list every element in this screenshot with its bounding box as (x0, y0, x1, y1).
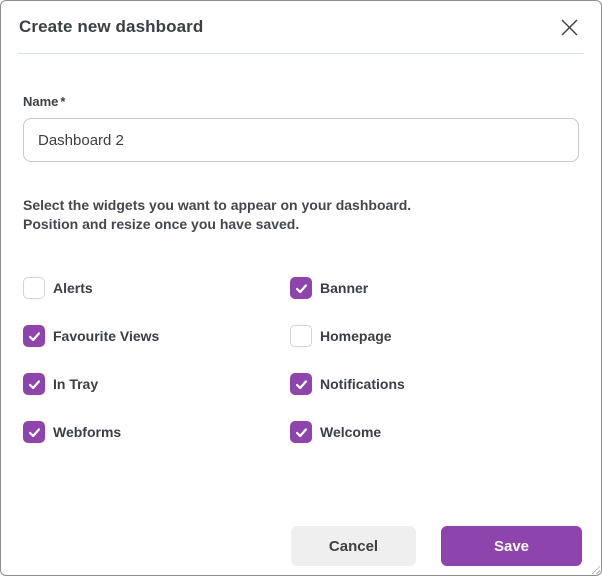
dialog-footer: Cancel Save (1, 526, 601, 566)
required-marker: * (60, 94, 65, 109)
widget-option-homepage[interactable]: Homepage (290, 325, 579, 347)
widget-label-favourite-views: Favourite Views (53, 328, 159, 344)
header-divider (18, 53, 584, 54)
checkbox-homepage[interactable] (290, 325, 312, 347)
checkbox-favourite-views[interactable] (23, 325, 45, 347)
checkbox-welcome[interactable] (290, 421, 312, 443)
widget-option-alerts[interactable]: Alerts (23, 277, 290, 299)
widget-option-notifications[interactable]: Notifications (290, 373, 579, 395)
save-button[interactable]: Save (441, 526, 582, 566)
create-dashboard-dialog: Create new dashboard Name* Select the wi… (0, 0, 602, 576)
cancel-button[interactable]: Cancel (291, 526, 416, 566)
check-icon (27, 425, 42, 440)
dialog-header: Create new dashboard (1, 1, 601, 53)
widget-option-welcome[interactable]: Welcome (290, 421, 579, 443)
widget-option-favourite-views[interactable]: Favourite Views (23, 325, 290, 347)
checkbox-webforms[interactable] (23, 421, 45, 443)
check-icon (27, 377, 42, 392)
widget-option-webforms[interactable]: Webforms (23, 421, 290, 443)
widget-option-in-tray[interactable]: In Tray (23, 373, 290, 395)
name-label-text: Name (23, 94, 58, 109)
check-icon (294, 377, 309, 392)
widget-option-banner[interactable]: Banner (290, 277, 579, 299)
close-icon[interactable] (556, 14, 583, 41)
instructions-line-1: Select the widgets you want to appear on… (23, 197, 411, 213)
widget-label-alerts: Alerts (53, 280, 93, 296)
checkbox-in-tray[interactable] (23, 373, 45, 395)
widget-label-banner: Banner (320, 280, 368, 296)
name-input[interactable] (23, 118, 579, 162)
checkbox-notifications[interactable] (290, 373, 312, 395)
name-label: Name* (23, 94, 579, 109)
widget-label-webforms: Webforms (53, 424, 121, 440)
widget-instructions: Select the widgets you want to appear on… (23, 196, 579, 234)
dialog-title: Create new dashboard (19, 17, 203, 37)
check-icon (27, 329, 42, 344)
widget-label-homepage: Homepage (320, 328, 392, 344)
widget-label-notifications: Notifications (320, 376, 405, 392)
checkbox-banner[interactable] (290, 277, 312, 299)
instructions-line-2: Position and resize once you have saved. (23, 216, 299, 232)
dialog-body: Name* Select the widgets you want to app… (1, 94, 601, 443)
check-icon (294, 281, 309, 296)
widget-label-in-tray: In Tray (53, 376, 98, 392)
check-icon (294, 425, 309, 440)
widget-label-welcome: Welcome (320, 424, 381, 440)
widget-grid: Alerts Banner Favourite Views Homepage In Tr… (23, 277, 579, 443)
checkbox-alerts[interactable] (23, 277, 45, 299)
